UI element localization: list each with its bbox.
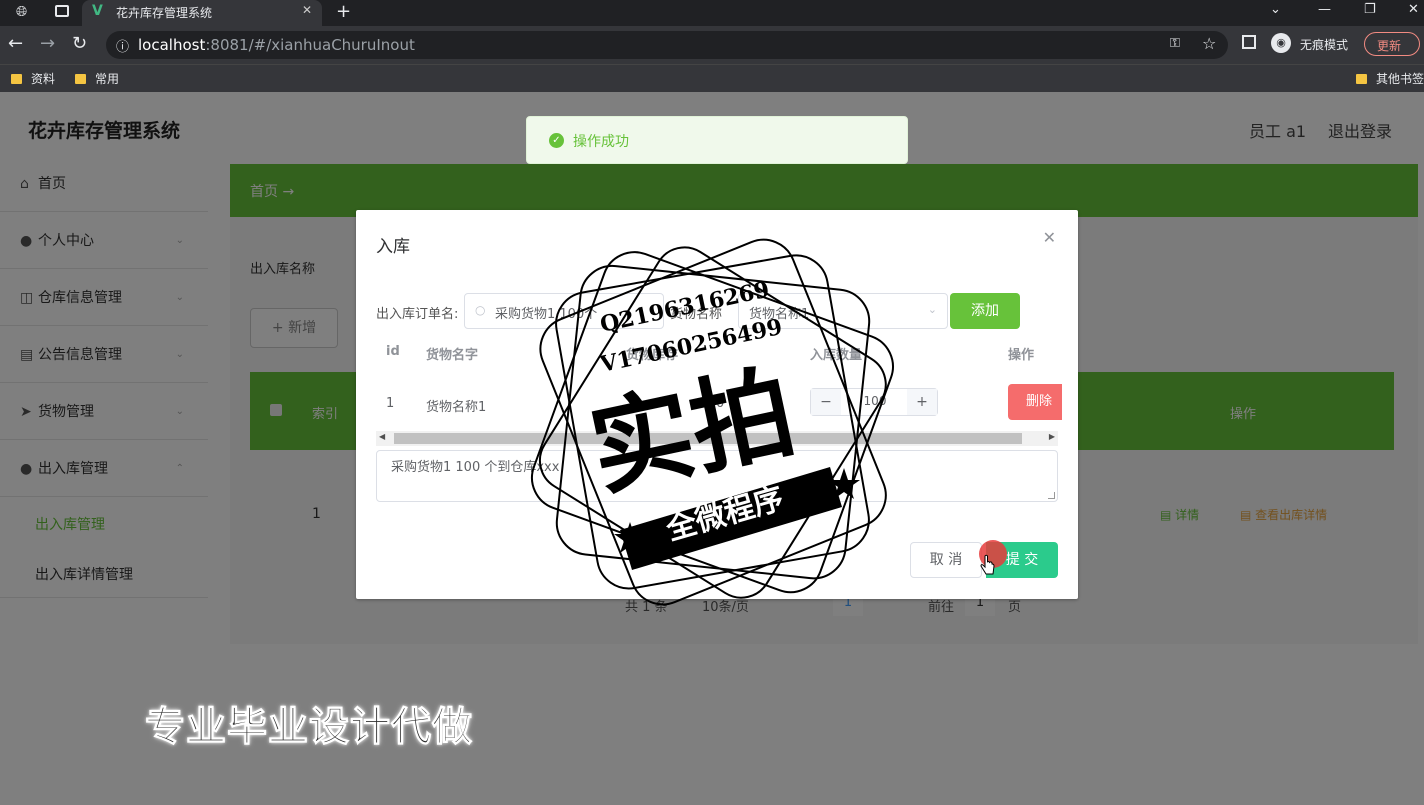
col-id: id [386, 344, 400, 359]
browser-tab-strip: 🌐︎ V 花卉库存管理系统 ✕ + ⌄ — ❐ ✕ [0, 0, 1424, 26]
folder-icon [75, 74, 86, 84]
search-icon: ○ [475, 303, 486, 317]
bookmark-folder[interactable]: 常用 [75, 70, 119, 87]
address-bar[interactable]: ⓘ localhost:8081/#/xianhuaChuruInout ⚿ ☆ [106, 31, 1228, 59]
globe-icon[interactable]: 🌐︎ [16, 4, 27, 20]
star-icon[interactable]: ☆ [1202, 34, 1216, 53]
bookmark-folder[interactable]: 资料 [11, 70, 55, 87]
tab-list-icon[interactable]: ⌄ [1270, 2, 1281, 17]
folder-icon [1356, 74, 1367, 84]
sidepanel-icon[interactable] [1242, 35, 1256, 49]
bookmarks-bar: 资料 常用 其他书签 [0, 64, 1424, 92]
other-bookmarks[interactable]: 其他书签 [1356, 70, 1424, 87]
col-goods-name: 货物名字 [426, 348, 479, 363]
col-action: 操作 [1008, 348, 1035, 363]
check-circle-icon: ✓ [549, 133, 564, 148]
info-icon[interactable]: ⓘ [116, 36, 129, 55]
scroll-right-icon[interactable]: ▶ [1049, 432, 1055, 441]
new-tab-icon[interactable]: + [336, 1, 351, 22]
close-icon[interactable]: ✕ [1043, 228, 1056, 247]
back-icon[interactable]: ← [8, 33, 23, 54]
incognito-label: 无痕模式 [1300, 38, 1349, 52]
tab-title: 花卉库存管理系统 [116, 6, 213, 20]
url-text: localhost:8081/#/xianhuaChuruInout [138, 36, 415, 54]
bottom-watermark: 专业毕业设计代做 [145, 704, 473, 751]
item-name: 货物名称1 [426, 400, 487, 415]
close-window-icon[interactable]: ✕ [1408, 2, 1419, 17]
toast-message: 操作成功 [573, 134, 629, 150]
hand-cursor-icon [980, 554, 995, 575]
resize-handle[interactable] [1048, 492, 1055, 499]
browser-tab[interactable]: V 花卉库存管理系统 ✕ [82, 0, 322, 26]
item-id: 1 [386, 396, 395, 411]
browser-toolbar: ← → ↻ ⓘ localhost:8081/#/xianhuaChuruIno… [0, 26, 1424, 64]
dialog-title: 入库 [376, 237, 410, 257]
vue-icon: V [92, 3, 103, 19]
increase-button[interactable]: + [907, 389, 937, 415]
success-toast: ✓ 操作成功 [526, 116, 908, 164]
cancel-button[interactable]: 取 消 [910, 542, 982, 578]
add-goods-button[interactable]: 添加 [950, 293, 1020, 329]
key-icon[interactable]: ⚿ [1170, 36, 1180, 51]
scroll-left-icon[interactable]: ◀ [379, 432, 385, 441]
delete-item-button[interactable]: 删除 [1008, 384, 1062, 420]
stamp-watermark: Q2196316269 V17060256499 实拍 全微程序 [531, 238, 894, 606]
tab-search-icon[interactable] [55, 5, 69, 17]
close-tab-icon[interactable]: ✕ [302, 3, 312, 17]
restore-icon[interactable]: ❐ [1364, 2, 1376, 17]
update-button[interactable]: 更新 [1364, 32, 1420, 56]
folder-icon [11, 74, 22, 84]
reload-icon[interactable]: ↻ [72, 33, 87, 54]
order-name-label: 出入库订单名: [376, 307, 459, 322]
forward-icon[interactable]: → [40, 33, 55, 54]
incognito-icon: ◉ [1271, 33, 1291, 53]
minimize-icon[interactable]: — [1318, 2, 1331, 17]
chevron-down-icon: ⌄ [927, 303, 937, 316]
